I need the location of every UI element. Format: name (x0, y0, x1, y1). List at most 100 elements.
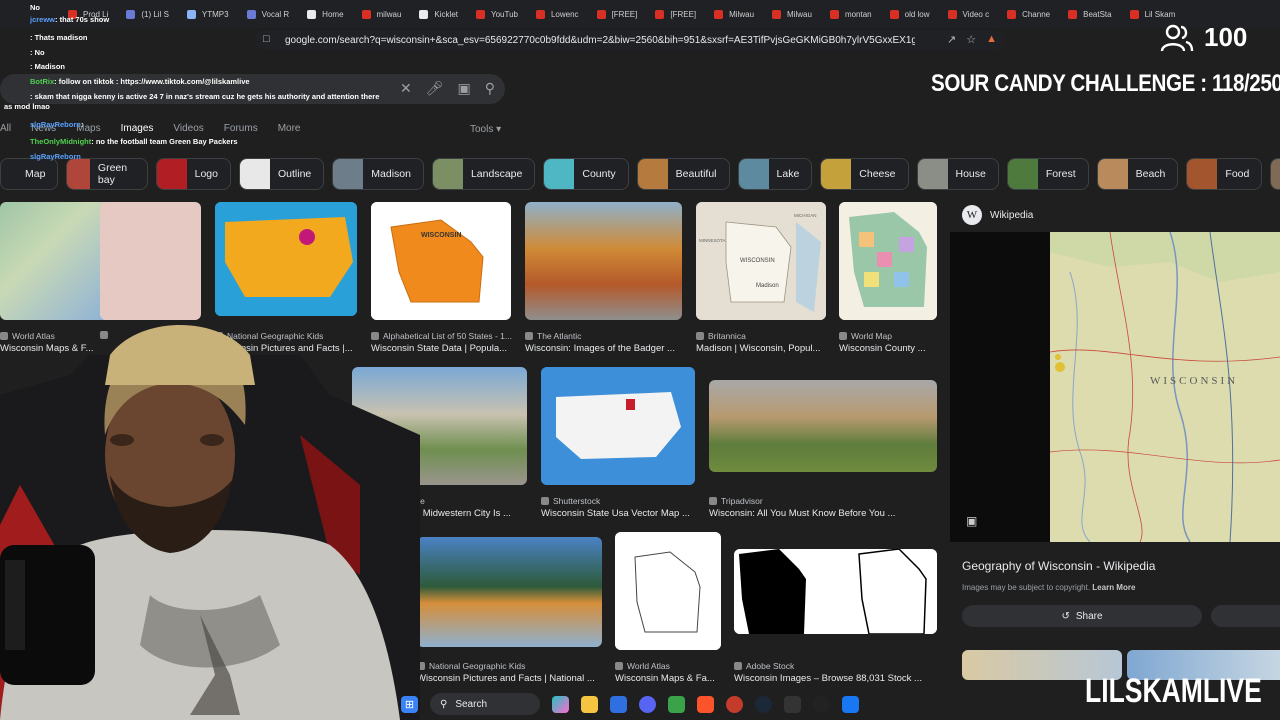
source-favicon-icon (541, 497, 549, 505)
result-source[interactable]: Tripadvisor (709, 496, 763, 506)
chip-university[interactable]: University (1270, 158, 1280, 190)
result-source[interactable]: Shutterstock (541, 496, 600, 506)
browser-tab-label: Kicklet (434, 9, 458, 19)
result-thumbnail[interactable]: WISCONSIN Madison MINNESOTA MICHIGAN (696, 202, 826, 320)
result-thumbnail[interactable] (615, 532, 721, 650)
result-title[interactable]: Wisconsin: Images of the Badger ... (525, 343, 675, 354)
chat-text: : skam that nigga kenny is active 24 7 i… (30, 92, 380, 101)
chat-text: : no the football team Green Bay Packers (91, 137, 238, 146)
app-icon-4[interactable] (842, 695, 859, 713)
lens-search-icon[interactable]: ▣ (966, 514, 977, 528)
file-explorer-icon[interactable] (581, 695, 598, 713)
chip-cheese[interactable]: Cheese (820, 158, 909, 190)
browser-tab[interactable]: montan (822, 3, 880, 25)
secondary-button[interactable] (1211, 605, 1280, 627)
panel-title[interactable]: Geography of Wisconsin - Wikipedia (962, 559, 1155, 573)
browser-tab[interactable]: Lowenc (528, 3, 587, 25)
tab-favicon-icon (475, 9, 485, 19)
result-thumbnail[interactable] (0, 202, 114, 320)
result-thumbnail[interactable] (417, 537, 602, 647)
discord-icon[interactable] (639, 695, 656, 713)
app-icon-3[interactable] (813, 695, 830, 713)
chip-food[interactable]: Food (1186, 158, 1263, 190)
store-icon[interactable] (610, 695, 627, 713)
result-thumbnail[interactable] (215, 202, 357, 316)
search-icon: ⚲ (440, 698, 448, 710)
microphone-icon[interactable]: 🎤︎ (426, 80, 444, 97)
taskbar-search[interactable]: ⚲ Search (430, 693, 540, 715)
windows-start-icon[interactable]: ⊞ (401, 695, 418, 713)
map-label-mi: MICHIGAN (794, 213, 817, 218)
chrome-icon[interactable] (726, 695, 743, 713)
browser-tab[interactable]: BeatSta (1060, 3, 1119, 25)
chip-landscape[interactable]: Landscape (431, 158, 536, 190)
result-source[interactable]: World Map (839, 331, 892, 341)
chip-label: Beach (1135, 168, 1166, 180)
chip-house[interactable]: House (916, 158, 999, 190)
chat-message: : Thats madison (30, 33, 88, 42)
tools-button[interactable]: Tools ▾ (470, 124, 501, 135)
star-icon[interactable]: ☆ (966, 33, 976, 46)
chip-lake[interactable]: Lake (737, 158, 813, 190)
result-source[interactable]: Adobe Stock (734, 661, 794, 671)
browser-tab[interactable]: [FREE] (647, 3, 704, 25)
result-source[interactable]: National Geographic Kids (417, 661, 525, 671)
result-title[interactable]: Wisconsin: All You Must Know Before You … (709, 508, 895, 519)
result-source[interactable]: World Atlas (615, 661, 670, 671)
result-thumbnail[interactable] (839, 202, 937, 320)
chip-forest[interactable]: Forest (1006, 158, 1089, 190)
result-title[interactable]: Wisconsin Pictures and Facts | National … (417, 673, 595, 684)
source-favicon-icon (839, 332, 847, 340)
result-thumbnail[interactable] (734, 549, 937, 634)
tab-favicon-icon (714, 9, 724, 19)
browser-tab[interactable]: Milwau (706, 3, 762, 25)
result-thumbnail[interactable] (709, 380, 937, 472)
result-title[interactable]: Wisconsin Images – Browse 88,031 Stock .… (734, 673, 922, 684)
result-source[interactable]: The Atlantic (525, 331, 581, 341)
chat-message: as mod lmao (4, 102, 50, 111)
share-button[interactable]: ↺ Share (962, 605, 1202, 627)
result-source[interactable]: Britannica (696, 331, 746, 341)
chip-label: Logo (194, 168, 218, 180)
result-title[interactable]: Wisconsin County ... (839, 343, 926, 354)
chip-county[interactable]: County (543, 158, 629, 190)
browser-tab[interactable]: Channe (999, 3, 1058, 25)
chip-beach[interactable]: Beach (1096, 158, 1179, 190)
chip-beautiful[interactable]: Beautiful (636, 158, 730, 190)
app-icon-2[interactable] (784, 695, 801, 713)
lens-icon[interactable]: ▣ (458, 80, 471, 97)
chat-text: : Thats madison (30, 33, 88, 42)
result-title[interactable]: Wisconsin State Usa Vector Map ... (541, 508, 690, 519)
map-label: WISCONSIN (740, 258, 775, 264)
result-title[interactable]: Madison | Wisconsin, Popul... (696, 343, 820, 354)
result-thumbnail[interactable]: WISCONSIN (371, 202, 511, 320)
brave-browser-icon[interactable] (697, 695, 714, 713)
shield-icon[interactable]: ▲ (986, 33, 997, 46)
browser-tab[interactable]: Milwau (764, 3, 820, 25)
result-thumbnail[interactable] (541, 367, 695, 485)
browser-tab[interactable]: old low (882, 3, 938, 25)
panel-image[interactable]: WISCONSIN (1050, 232, 1280, 542)
panel-source-label: Wikipedia (990, 209, 1034, 221)
chat-message: : Madison (30, 62, 65, 71)
chip-thumbnail (821, 159, 852, 189)
browser-tab[interactable]: Video c (940, 3, 998, 25)
browser-tab[interactable]: [FREE] (589, 3, 646, 25)
share-icon[interactable]: ↗ (947, 33, 956, 46)
result-title[interactable]: Wisconsin Maps & Fa... (615, 673, 715, 684)
copilot-icon[interactable] (552, 695, 569, 713)
panel-source[interactable]: W Wikipedia (962, 205, 1033, 225)
result-thumbnail[interactable] (525, 202, 682, 320)
chip-label: County (582, 168, 616, 180)
learn-more-link[interactable]: Learn More (1092, 583, 1135, 592)
browser-tab[interactable]: YouTub (468, 3, 526, 25)
result-thumbnail[interactable] (100, 202, 201, 320)
chat-message: : No (30, 48, 45, 57)
app-icon[interactable] (668, 695, 685, 713)
search-icon[interactable]: ⚲ (485, 80, 495, 97)
tab-favicon-icon (1007, 9, 1017, 19)
chip-label: Lake (776, 168, 800, 180)
source-favicon-icon (709, 497, 717, 505)
tools-label: Tools (470, 124, 494, 135)
steam-icon[interactable] (755, 695, 772, 713)
